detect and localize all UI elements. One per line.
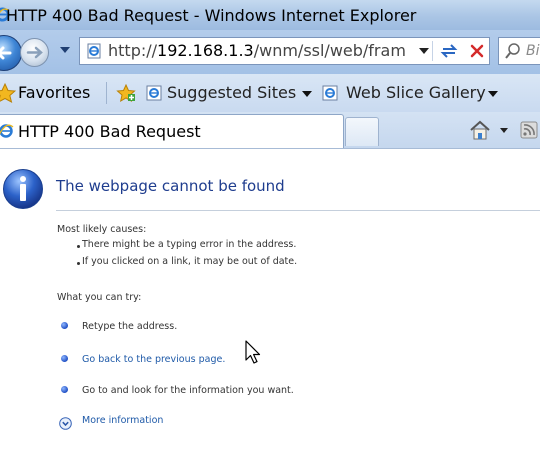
tab-active[interactable]: HTTP 400 Bad Request (0, 114, 344, 148)
navigation-bar: http://192.168.1.3/wnm/ssl/web/fram Bi (0, 30, 540, 74)
url-prefix: http:// (108, 41, 158, 60)
tab-title: HTTP 400 Bad Request (18, 122, 201, 141)
mouse-cursor-icon (245, 340, 261, 364)
bullet (77, 262, 80, 265)
address-bar[interactable]: http://192.168.1.3/wnm/ssl/web/fram (79, 37, 490, 65)
bullet-icon (61, 322, 68, 329)
search-icon (505, 43, 520, 59)
tab-bar: HTTP 400 Bad Request (0, 112, 540, 149)
ie-page-icon (322, 85, 338, 101)
web-slice-gallery-button[interactable]: Web Slice Gallery (346, 83, 486, 102)
forward-arrow-icon (26, 46, 43, 59)
bullet-icon (61, 386, 68, 393)
url-host: 192.168.1.3 (157, 41, 254, 60)
address-url[interactable]: http://192.168.1.3/wnm/ssl/web/fram (108, 41, 406, 60)
page-title: The webpage cannot be found (56, 177, 285, 195)
address-separator (432, 41, 433, 61)
web-slice-dropdown-icon[interactable] (488, 91, 498, 97)
cause-item: There might be a typing error in the add… (82, 239, 297, 250)
new-tab-button[interactable] (345, 117, 379, 146)
forward-button[interactable] (20, 38, 49, 67)
search-placeholder: Bi (526, 43, 540, 59)
recent-pages-dropdown[interactable] (60, 47, 70, 53)
try-heading: What you can try: (57, 292, 142, 303)
ie-page-icon (146, 85, 162, 101)
title-bar: HTTP 400 Bad Request - Windows Internet … (0, 0, 540, 30)
try-item-retype: Retype the address. (82, 321, 178, 332)
home-icon[interactable] (468, 120, 492, 140)
favorites-bar: Favorites Suggested Sites Web Slice Gall… (0, 74, 540, 113)
causes-heading: Most likely causes: (57, 224, 147, 235)
divider (56, 210, 540, 211)
suggested-sites-dropdown-icon[interactable] (302, 91, 312, 97)
refresh-icon[interactable] (438, 40, 460, 62)
try-item-goto: Go to and look for the information you w… (82, 385, 294, 396)
more-information-link[interactable]: More information (82, 415, 163, 426)
info-icon (3, 169, 43, 209)
home-dropdown-icon[interactable] (500, 128, 508, 133)
bullet-icon (61, 355, 68, 362)
page-icon (87, 43, 101, 59)
feeds-icon[interactable] (520, 121, 538, 139)
favorites-button[interactable]: Favorites (18, 83, 90, 102)
url-path: /wnm/ssl/web/fram (253, 41, 406, 60)
bullet (77, 245, 80, 248)
page-content: The webpage cannot be found Most likely … (0, 149, 540, 458)
address-dropdown[interactable] (419, 48, 429, 54)
go-back-link[interactable]: Go back to the previous page. (82, 354, 225, 365)
back-button[interactable] (0, 35, 22, 71)
search-input[interactable]: Bi (498, 37, 540, 65)
add-to-favorites-icon[interactable] (116, 84, 136, 102)
ie-logo-icon (0, 124, 14, 138)
stop-icon[interactable] (466, 40, 488, 62)
window-title: HTTP 400 Bad Request - Windows Internet … (6, 6, 417, 25)
expand-down-icon[interactable] (59, 417, 72, 430)
favorites-separator (106, 82, 107, 104)
cause-item: If you clicked on a link, it may be out … (82, 256, 298, 267)
back-arrow-icon (0, 46, 12, 60)
favorites-star-icon (0, 83, 16, 103)
suggested-sites-button[interactable]: Suggested Sites (167, 83, 296, 102)
